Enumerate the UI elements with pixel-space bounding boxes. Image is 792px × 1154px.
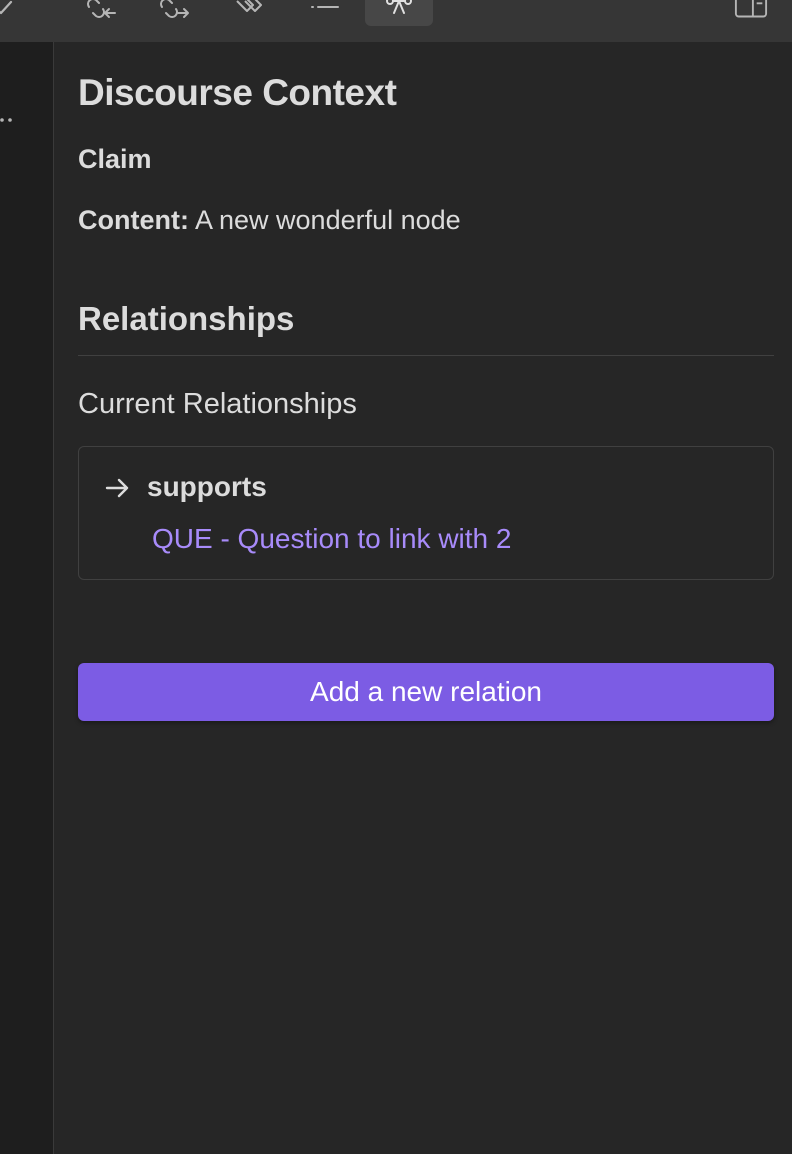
section-divider — [78, 355, 774, 356]
layout-sidebar-icon[interactable] — [734, 0, 768, 22]
check-icon[interactable] — [0, 0, 20, 22]
node-type-label: Claim — [78, 144, 152, 174]
relationship-group: supports QUE - Question to link with 2 — [78, 446, 774, 580]
current-relationships-heading: Current Relationships — [78, 388, 357, 420]
outline-icon[interactable] — [308, 0, 342, 22]
outgoing-links-icon[interactable] — [158, 0, 192, 22]
incoming-links-icon[interactable] — [85, 0, 119, 22]
tags-icon[interactable] — [233, 0, 267, 22]
relationships-heading: Relationships — [78, 300, 295, 337]
more-options-icon[interactable] — [0, 112, 16, 128]
content-value: A new wonderful node — [188, 205, 461, 235]
panel-title: Discourse Context — [78, 72, 397, 113]
top-toolbar — [0, 0, 792, 42]
left-editor-pane — [0, 42, 54, 1154]
discourse-graph-icon[interactable] — [382, 0, 416, 22]
add-relation-button[interactable]: Add a new relation — [78, 663, 774, 721]
content-line: Content: A new wonderful node — [78, 205, 461, 236]
content-label: Content: — [78, 205, 189, 235]
arrow-right-icon — [105, 475, 131, 501]
related-node-link[interactable]: QUE - Question to link with 2 — [152, 523, 511, 555]
relation-type-label: supports — [147, 471, 267, 502]
